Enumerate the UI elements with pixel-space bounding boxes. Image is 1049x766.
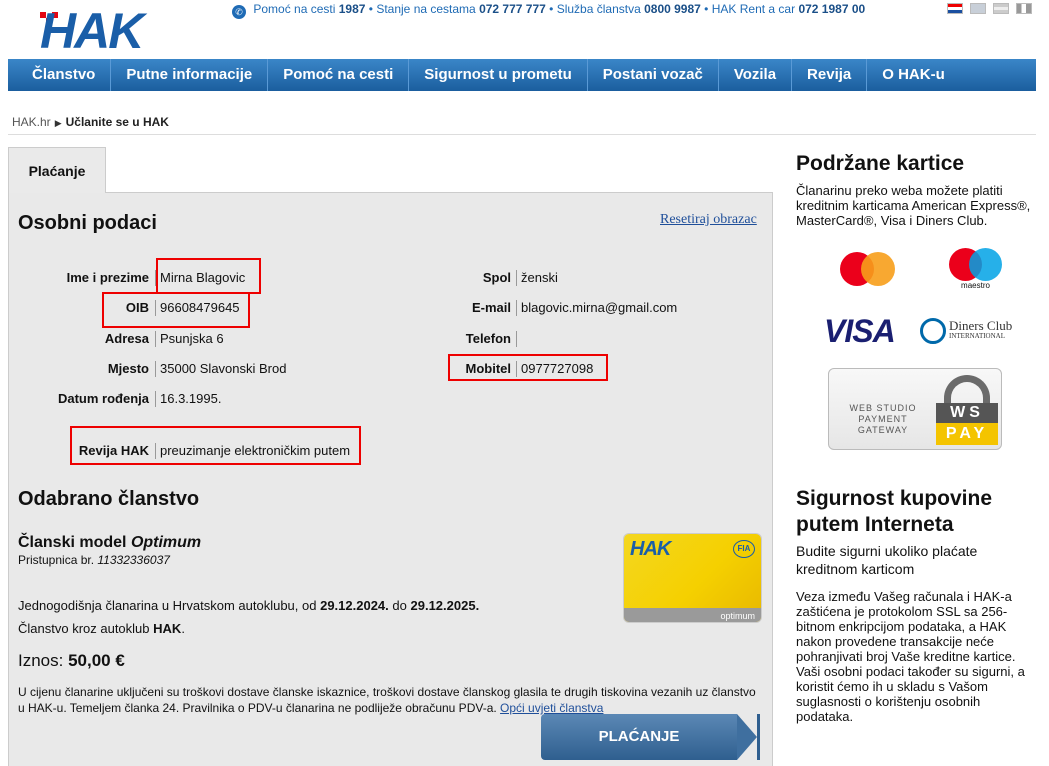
phone-icon: ✆ [232,5,246,19]
pay-button-label: PLAĆANJE [598,728,680,745]
city-value: 35000 Slavonski Brod [160,361,287,376]
breadcrumb-home-link[interactable]: HAK.hr [12,115,51,129]
tab-placanje[interactable]: Plaćanje [8,147,106,193]
main-nav: Članstvo Putne informacije Pomoć na cest… [8,59,1036,91]
contact-info-bar: ✆ Pomoć na cesti 1987 • Stanje na cestam… [232,2,865,19]
membership-heading: Odabrano članstvo [18,488,200,510]
english-flag-icon[interactable] [970,3,986,14]
nav-item-vozila[interactable]: Vozila [719,59,793,91]
application-number: Pristupnica br. 11332336037 [18,553,170,567]
terms-link[interactable]: Opći uvjeti članstva [500,701,603,715]
dob-label: Datum rođenja [57,391,149,406]
croatian-flag-icon[interactable] [947,3,963,14]
email-label: E-mail [471,300,511,315]
pay-button[interactable]: PLAĆANJE [541,714,760,760]
maestro-logo-icon: maestro [949,248,1002,292]
diners-club-logo-icon: Diners Club INTERNATIONAL [920,318,1012,344]
highlight-revija [70,426,361,465]
italian-flag-icon[interactable] [1016,3,1032,14]
highlight-mobile [448,354,608,381]
nav-item-clanstvo[interactable]: Članstvo [8,59,112,91]
german-flag-icon[interactable] [993,3,1009,14]
breadcrumb: HAK.hr ▶ Učlanite se u HAK [12,115,169,129]
personal-data-heading: Osobni podaci [18,212,157,234]
highlight-name [156,258,261,294]
language-flags [947,3,1032,14]
amount: Iznos: 50,00 € [18,651,125,670]
supported-cards-text: Članarinu preko weba možete platiti kred… [796,183,1031,228]
nav-item-pomoc-na-cesti[interactable]: Pomoć na cesti [268,59,410,91]
membership-note: U cijenu članarine uključeni su troškovi… [18,685,756,715]
address-value: Psunjska 6 [160,331,224,346]
security-lead: Budite sigurni ukoliko plaćate kreditnom… [796,543,978,577]
dob-value: 16.3.1995. [160,391,222,406]
breadcrumb-arrow-icon: ▶ [54,118,62,128]
address-label: Adresa [104,331,149,346]
card-hak-logo: HAK [630,538,671,560]
gender-value: ženski [521,270,558,285]
gender-label: Spol [482,270,511,285]
security-heading: Sigurnost kupovine putem Interneta [796,487,993,536]
membership-model: Članski model Optimum [18,534,202,551]
breadcrumb-current: Učlanite se u HAK [65,115,169,129]
supported-cards-heading: Podržane kartice [796,152,965,175]
security-text: Veza između Vašeg računala i HAK-a zašti… [796,589,1025,724]
membership-period: Jednogodišnja članarina u Hrvatskom auto… [18,598,480,613]
nav-item-revija[interactable]: Revija [792,59,868,91]
hak-logo[interactable]: HAK [18,6,160,56]
email-value: blagovic.mirna@gmail.com [521,300,678,315]
padlock-icon: WS PAY [936,375,998,445]
visa-logo-icon: VISA [824,313,896,349]
field-divider [516,331,517,347]
mastercard-logo-icon [840,252,895,286]
field-divider [155,361,156,377]
divider [8,134,1036,135]
membership-card-image: HAK FIA optimum [624,534,761,622]
fia-badge-icon: FIA [733,540,755,558]
field-divider [155,391,156,407]
nav-item-sigurnost-u-prometu[interactable]: Sigurnost u prometu [409,59,588,91]
card-tier-label: optimum [720,611,755,621]
phone-label: Telefon [465,331,511,346]
field-divider [516,270,517,286]
name-label: Ime i prezime [66,270,149,285]
logo-text: HAK [40,3,144,59]
nav-item-o-haku[interactable]: O HAK-u [867,59,960,91]
city-label: Mjesto [107,361,149,376]
wspay-logo-icon: WEB STUDIO PAYMENT GATEWAY WS PAY [828,368,1002,450]
nav-item-postani-vozac[interactable]: Postani vozač [588,59,719,91]
membership-club: Članstvo kroz autoklub HAK. [18,621,185,636]
nav-item-putne-informacije[interactable]: Putne informacije [111,59,269,91]
field-divider [516,300,517,316]
highlight-oib [102,292,250,328]
reset-form-link[interactable]: Resetiraj obrazac [660,212,757,228]
field-divider [155,331,156,347]
arrow-right-icon [737,714,757,760]
